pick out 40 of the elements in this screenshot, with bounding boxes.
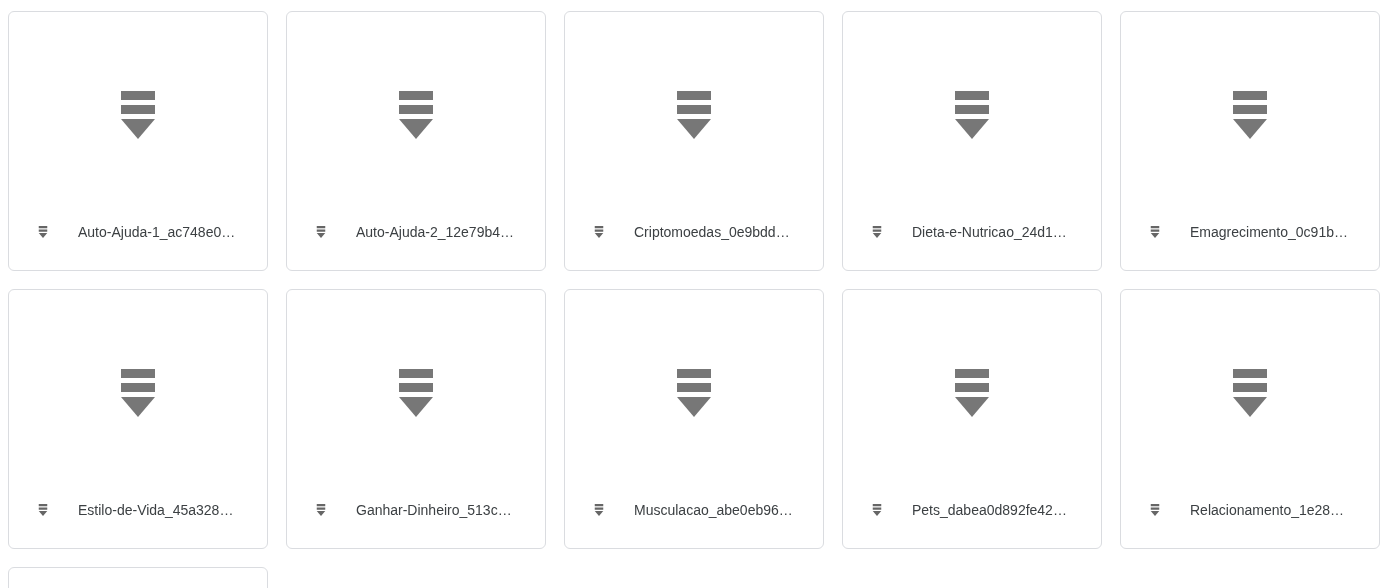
file-type-icon [872,226,882,238]
file-name: Criptomoedas_0e9bdd… [634,224,790,240]
file-card[interactable]: Emagrecimento_0c91b… [1120,11,1380,271]
file-type-icon [677,369,711,417]
file-card[interactable]: Pets_dabea0d892fe42… [842,289,1102,549]
file-type-icon [1150,504,1160,516]
file-type-icon [872,504,882,516]
file-card[interactable]: Musculacao_abe0eb96… [564,289,824,549]
file-card[interactable]: Auto-Ajuda-1_ac748e0… [8,11,268,271]
file-name: Pets_dabea0d892fe42… [912,502,1067,518]
file-card[interactable]: Ganhar-Dinheiro_513c… [286,289,546,549]
file-name: Musculacao_abe0eb96… [634,502,793,518]
file-type-icon [121,91,155,139]
file-card[interactable]: Relacionamento_1e28… [1120,289,1380,549]
file-type-icon [38,504,48,516]
file-name: Auto-Ajuda-2_12e79b4… [356,224,514,240]
file-name: Relacionamento_1e28… [1190,502,1345,518]
file-type-icon [399,91,433,139]
file-type-icon [677,91,711,139]
file-card[interactable]: Estilo-de-Vida_45a328… [8,289,268,549]
file-name: Estilo-de-Vida_45a328… [78,502,234,518]
file-type-icon [399,369,433,417]
file-type-icon [955,369,989,417]
file-type-icon [1233,91,1267,139]
file-type-icon [594,504,604,516]
file-type-icon [121,369,155,417]
file-type-icon [1150,226,1160,238]
file-name: Auto-Ajuda-1_ac748e0… [78,224,236,240]
file-name: Emagrecimento_0c91b… [1190,224,1348,240]
file-type-icon [38,226,48,238]
file-name: Ganhar-Dinheiro_513c… [356,502,512,518]
file-type-icon [316,504,326,516]
file-card[interactable]: Dieta-e-Nutricao_24d1… [842,11,1102,271]
file-name: Dieta-e-Nutricao_24d1… [912,224,1067,240]
file-type-icon [316,226,326,238]
file-type-icon [594,226,604,238]
file-card[interactable]: Auto-Ajuda-2_12e79b4… [286,11,546,271]
file-card[interactable]: Criptomoedas_0e9bdd… [564,11,824,271]
file-type-icon [955,91,989,139]
file-type-icon [1233,369,1267,417]
